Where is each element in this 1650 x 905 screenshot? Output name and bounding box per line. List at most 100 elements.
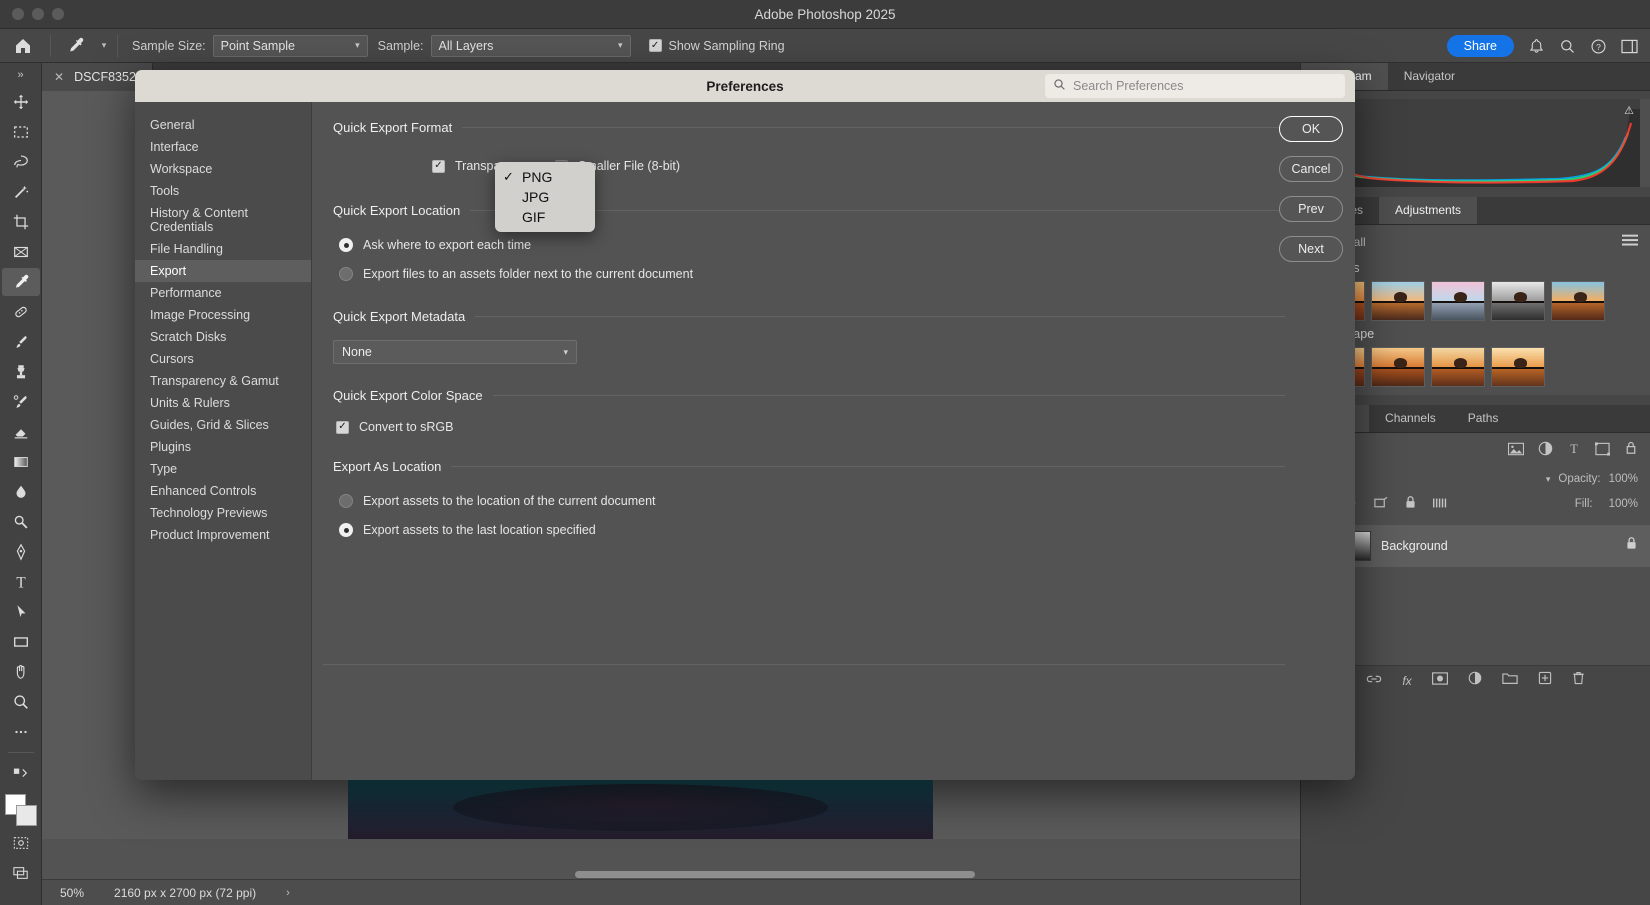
fx-icon[interactable]: fx [1402, 674, 1411, 688]
tool-path-selection[interactable] [2, 598, 40, 626]
tool-crop[interactable] [2, 208, 40, 236]
horizontal-scrollbar[interactable] [42, 869, 1300, 879]
list-view-icon[interactable] [1622, 233, 1638, 252]
tool-rectangular-marquee[interactable] [2, 118, 40, 146]
tool-clone-stamp[interactable] [2, 358, 40, 386]
tool-eraser[interactable] [2, 418, 40, 446]
preset-thumbnail[interactable] [1551, 281, 1605, 321]
tool-hand[interactable] [2, 658, 40, 686]
ok-button[interactable]: OK [1279, 116, 1343, 142]
tool-gradient[interactable] [2, 448, 40, 476]
sidebar-item-product-improvement[interactable]: Product Improvement [135, 524, 311, 546]
sidebar-item-scratch-disks[interactable]: Scratch Disks [135, 326, 311, 348]
type-filter-icon[interactable]: T [1567, 441, 1581, 461]
metadata-select[interactable]: None ▾ [333, 340, 577, 364]
zoom-level[interactable]: 50% [60, 886, 84, 900]
lock-artboard-icon[interactable] [1433, 496, 1449, 513]
sidebar-item-export[interactable]: Export [135, 260, 311, 282]
sidebar-item-image-processing[interactable]: Image Processing [135, 304, 311, 326]
adjustment-filter-icon[interactable] [1538, 441, 1553, 461]
sidebar-item-enhanced-controls[interactable]: Enhanced Controls [135, 480, 311, 502]
show-sampling-ring-checkbox[interactable]: ✓ Show Sampling Ring [649, 39, 785, 53]
sidebar-item-technology-previews[interactable]: Technology Previews [135, 502, 311, 524]
tool-magic-wand[interactable] [2, 178, 40, 206]
tool-zoom[interactable] [2, 688, 40, 716]
lock-position-icon[interactable] [1373, 496, 1388, 513]
radio-export-last-location[interactable]: Export assets to the last location speci… [339, 523, 1355, 537]
sidebar-item-interface[interactable]: Interface [135, 136, 311, 158]
format-option-gif[interactable]: GIF [495, 207, 595, 227]
sidebar-item-history-content-credentials[interactable]: History & Content Credentials [135, 202, 311, 238]
tab-paths[interactable]: Paths [1452, 405, 1515, 432]
notifications-bell-icon[interactable] [1528, 38, 1545, 55]
sidebar-item-cursors[interactable]: Cursors [135, 348, 311, 370]
tab-navigator[interactable]: Navigator [1388, 63, 1471, 90]
search-preferences-input[interactable]: Search Preferences [1045, 74, 1345, 98]
workspace-panel-icon[interactable] [1621, 39, 1638, 54]
lock-icon[interactable] [1625, 536, 1638, 556]
search-icon[interactable] [1559, 38, 1576, 55]
opacity-value[interactable]: 100% [1609, 473, 1638, 485]
sidebar-item-tools[interactable]: Tools [135, 180, 311, 202]
tool-blur[interactable] [2, 478, 40, 506]
sidebar-item-workspace[interactable]: Workspace [135, 158, 311, 180]
tool-healing-brush[interactable] [2, 298, 40, 326]
smart-object-filter-icon[interactable] [1624, 441, 1638, 461]
sidebar-item-performance[interactable]: Performance [135, 282, 311, 304]
format-option-png[interactable]: ✓ PNG [495, 167, 595, 187]
lock-all-icon[interactable] [1404, 495, 1417, 513]
share-button[interactable]: Share [1447, 35, 1514, 57]
sidebar-item-general[interactable]: General [135, 114, 311, 136]
preset-thumbnail[interactable] [1431, 347, 1485, 387]
adjustment-layer-icon[interactable] [1468, 671, 1482, 690]
tab-adjustments[interactable]: Adjustments [1379, 197, 1477, 224]
sidebar-item-guides-grid-slices[interactable]: Guides, Grid & Slices [135, 414, 311, 436]
tool-frame[interactable] [2, 238, 40, 266]
layer-mask-icon[interactable] [1432, 672, 1448, 690]
format-option-jpg[interactable]: JPG [495, 187, 595, 207]
color-swatches[interactable] [3, 794, 39, 828]
preset-thumbnail[interactable] [1371, 347, 1425, 387]
radio-export-to-assets-folder[interactable]: Export files to an assets folder next to… [339, 267, 1355, 281]
link-layers-icon[interactable] [1366, 672, 1382, 690]
sidebar-item-units-rulers[interactable]: Units & Rulers [135, 392, 311, 414]
tool-move[interactable] [2, 88, 40, 116]
tool-pen[interactable] [2, 538, 40, 566]
quick-mask-icon[interactable] [2, 829, 40, 857]
shape-filter-icon[interactable] [1595, 442, 1610, 461]
next-button[interactable]: Next [1279, 236, 1343, 262]
convert-srgb-row[interactable]: ✓ Convert to sRGB [336, 420, 1355, 434]
prev-button[interactable]: Prev [1279, 196, 1343, 222]
edit-toolbar-icon[interactable] [2, 759, 40, 787]
background-color-swatch[interactable] [16, 805, 37, 826]
sidebar-item-plugins[interactable]: Plugins [135, 436, 311, 458]
tool-more[interactable] [2, 718, 40, 746]
tool-lasso[interactable] [2, 148, 40, 176]
sidebar-item-transparency-gamut[interactable]: Transparency & Gamut [135, 370, 311, 392]
new-group-icon[interactable] [1502, 672, 1518, 690]
close-icon[interactable]: ✕ [54, 70, 64, 84]
tool-rectangle[interactable] [2, 628, 40, 656]
fill-value[interactable]: 100% [1609, 498, 1638, 510]
sample-select[interactable]: All Layers ▾ [431, 35, 631, 57]
cancel-button[interactable]: Cancel [1279, 156, 1343, 182]
preset-thumbnail[interactable] [1491, 347, 1545, 387]
help-icon[interactable]: ? [1590, 38, 1607, 55]
preset-thumbnail[interactable] [1371, 281, 1425, 321]
scrollbar-thumb[interactable] [575, 871, 975, 878]
screen-mode-icon[interactable] [2, 859, 40, 887]
tool-preset-chevron-icon[interactable]: ▾ [95, 40, 113, 51]
eyedropper-icon[interactable] [55, 36, 95, 55]
tool-history-brush[interactable] [2, 388, 40, 416]
radio-export-current-document[interactable]: Export assets to the location of the cur… [339, 494, 1355, 508]
blend-mode-chevron-icon[interactable]: ▾ [1546, 474, 1551, 485]
tool-brush[interactable] [2, 328, 40, 356]
tool-type[interactable]: T [2, 568, 40, 596]
sample-size-select[interactable]: Point Sample ▾ [213, 35, 368, 57]
status-expand-icon[interactable]: › [286, 887, 290, 899]
quick-export-format-dropdown[interactable]: ✓ PNG JPG GIF [495, 162, 595, 232]
tool-eyedropper[interactable] [2, 268, 40, 296]
delete-layer-icon[interactable] [1572, 671, 1585, 690]
tab-channels[interactable]: Channels [1369, 405, 1452, 432]
chevron-double-right-icon[interactable]: » [0, 63, 42, 87]
